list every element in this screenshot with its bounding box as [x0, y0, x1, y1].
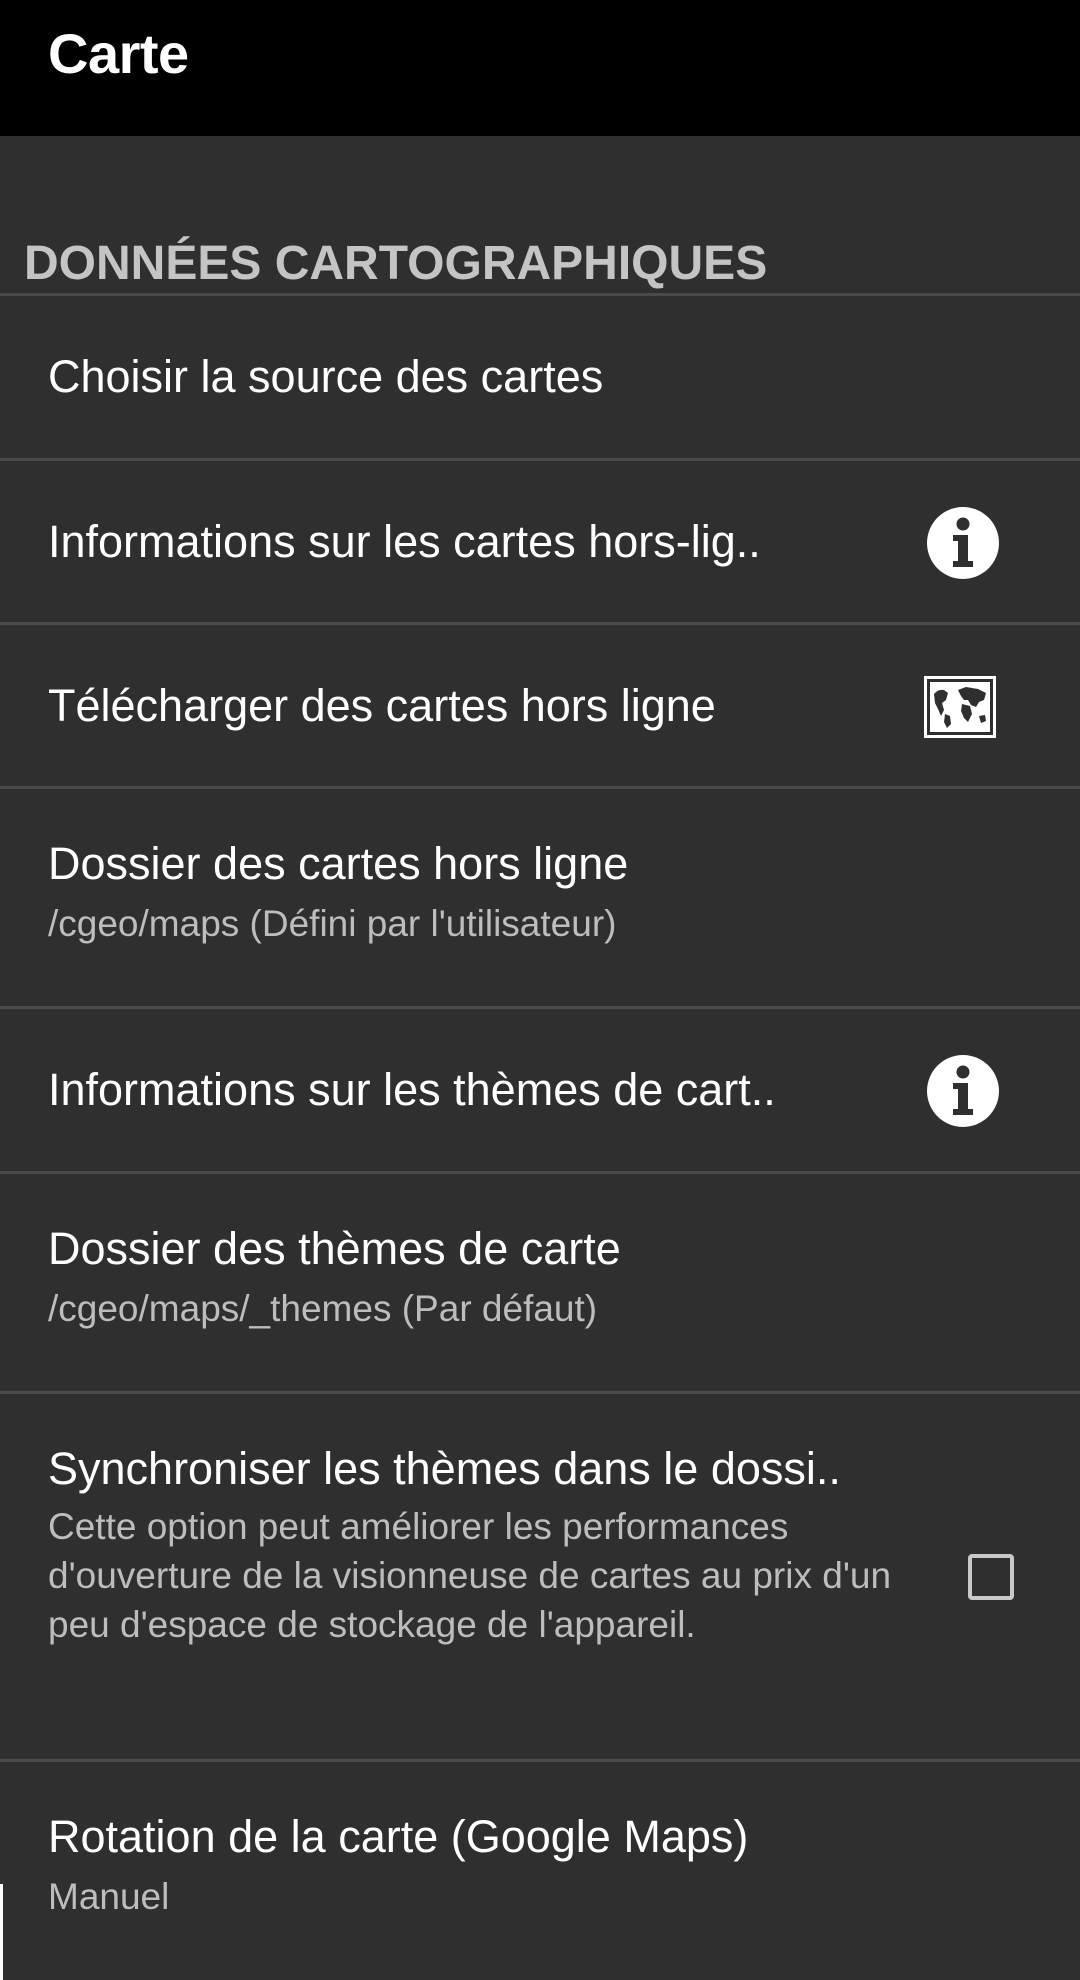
pref-title: Télécharger des cartes hors ligne — [48, 680, 716, 731]
app-bar: Carte — [0, 0, 1080, 136]
info-icon[interactable] — [926, 1054, 1000, 1128]
pref-summary: Manuel — [48, 1876, 170, 1917]
pref-title: Informations sur les cartes hors-lig.. — [48, 516, 761, 567]
pref-title: Rotation de la carte (Google Maps) — [48, 1811, 749, 1862]
settings-list[interactable]: DONNÉES CARTOGRAPHIQUES Choisir la sourc… — [0, 136, 1080, 1980]
world-map-icon[interactable] — [924, 676, 996, 738]
pref-offline-maps-folder[interactable]: Dossier des cartes hors ligne /cgeo/maps… — [0, 789, 1080, 1009]
pref-map-themes-folder[interactable]: Dossier des thèmes de carte /cgeo/maps/_… — [0, 1174, 1080, 1394]
pref-title: Dossier des cartes hors ligne — [48, 838, 629, 889]
pref-offline-maps-info[interactable]: Informations sur les cartes hors-lig.. — [0, 461, 1080, 625]
pref-map-source[interactable]: Choisir la source des cartes — [0, 296, 1080, 461]
app-bar-title: Carte — [48, 22, 189, 85]
pref-summary: Cette option peut améliorer les performa… — [48, 1506, 892, 1645]
pref-summary: /cgeo/maps (Défini par l'utilisateur) — [48, 903, 617, 944]
pref-title: Synchroniser les thèmes dans le dossi.. — [48, 1443, 841, 1494]
pref-title: Dossier des thèmes de carte — [48, 1223, 621, 1274]
pref-sync-themes[interactable]: Synchroniser les thèmes dans le dossi.. … — [0, 1394, 1080, 1762]
pref-title: Informations sur les thèmes de cart.. — [48, 1064, 776, 1115]
pref-map-themes-info[interactable]: Informations sur les thèmes de cart.. — [0, 1009, 1080, 1174]
section-header-map-data: DONNÉES CARTOGRAPHIQUES — [24, 237, 768, 290]
pref-map-rotation[interactable]: Rotation de la carte (Google Maps) Manue… — [0, 1762, 1080, 1980]
info-icon[interactable] — [926, 506, 1000, 580]
pref-download-offline-maps[interactable]: Télécharger des cartes hors ligne — [0, 625, 1080, 789]
scroll-edge-indicator — [0, 1884, 3, 1980]
sync-themes-checkbox[interactable] — [968, 1554, 1014, 1600]
pref-title: Choisir la source des cartes — [48, 351, 604, 402]
pref-summary: /cgeo/maps/_themes (Par défaut) — [48, 1288, 598, 1329]
